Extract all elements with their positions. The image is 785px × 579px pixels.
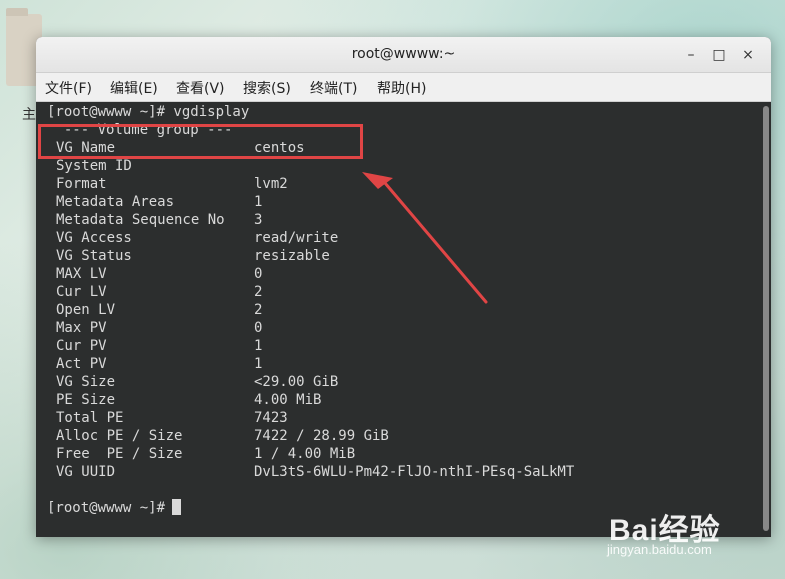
annotation-arrow-icon bbox=[362, 172, 488, 304]
watermark: Bai经验 jingyan.baidu.com bbox=[605, 497, 780, 557]
watermark-url: jingyan.baidu.com bbox=[607, 542, 712, 557]
